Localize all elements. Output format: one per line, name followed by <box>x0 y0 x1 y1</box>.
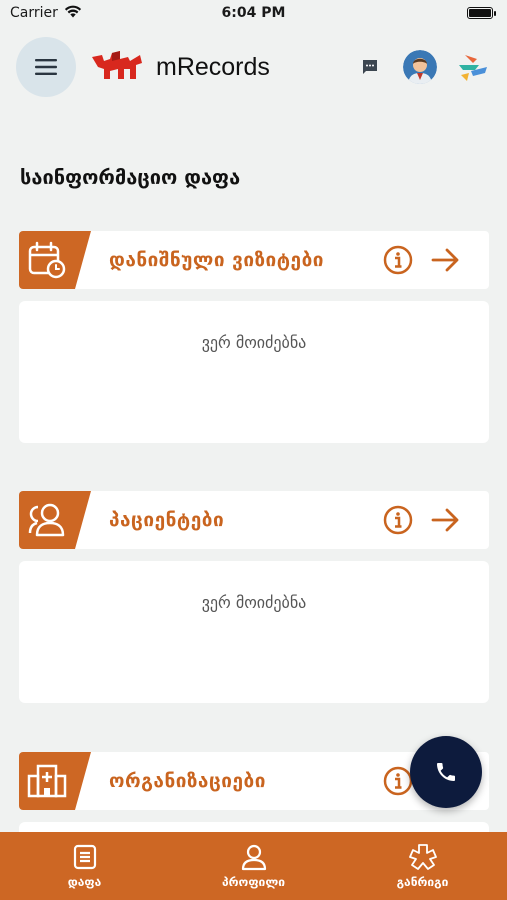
nav-label: პროფილი <box>222 875 285 889</box>
info-icon[interactable] <box>381 503 415 537</box>
empty-state-text: ვერ მოიძებნა <box>201 333 307 352</box>
empty-state-text: ვერ მოიძებნა <box>201 593 307 612</box>
card-title: პაციენტები <box>109 509 225 531</box>
nav-label: დაფა <box>67 875 102 889</box>
info-icon[interactable] <box>381 243 415 277</box>
brand-icon[interactable] <box>455 49 491 85</box>
hospital-icon <box>27 764 67 798</box>
phone-icon <box>437 763 455 781</box>
profile-icon <box>241 844 266 871</box>
avatar[interactable] <box>403 50 437 84</box>
arrow-right-icon[interactable] <box>429 503 463 537</box>
page-title: საინფორმაციო დაფა <box>20 165 241 189</box>
card-header-visits[interactable]: დანიშნული ვიზიტები <box>19 231 489 289</box>
card-title: ორგანიზაციები <box>109 770 266 792</box>
battery-icon <box>467 7 496 19</box>
app-title: mRecords <box>156 52 270 81</box>
dashboard-icon <box>73 844 96 870</box>
calendar-clock-icon <box>28 241 66 279</box>
nav-item-dashboard[interactable]: დაფა <box>25 843 145 889</box>
logo-icon <box>92 51 142 79</box>
status-bar: Carrier 6:04 PM <box>0 0 507 26</box>
schedule-icon <box>408 844 437 870</box>
nav-item-profile[interactable]: პროფილი <box>194 843 314 889</box>
carrier-label: Carrier <box>10 5 58 21</box>
hamburger-icon <box>35 59 57 75</box>
card-title: დანიშნული ვიზიტები <box>109 249 324 271</box>
nav-item-schedule[interactable]: განრიგი <box>363 843 483 889</box>
chat-icon[interactable] <box>355 52 385 82</box>
card-header-patients[interactable]: პაციენტები <box>19 491 489 549</box>
menu-button[interactable] <box>16 37 76 97</box>
patients-icon <box>28 503 65 537</box>
card-body-visits: ვერ მოიძებნა <box>19 301 489 443</box>
arrow-right-icon[interactable] <box>429 243 463 277</box>
nav-label: განრიგი <box>396 875 449 889</box>
app-header: mRecords <box>0 26 507 108</box>
call-button[interactable] <box>410 736 482 808</box>
wifi-icon <box>64 5 82 22</box>
card-body-patients: ვერ მოიძებნა <box>19 561 489 703</box>
bottom-nav: დაფა პროფილი განრიგი <box>0 832 507 900</box>
